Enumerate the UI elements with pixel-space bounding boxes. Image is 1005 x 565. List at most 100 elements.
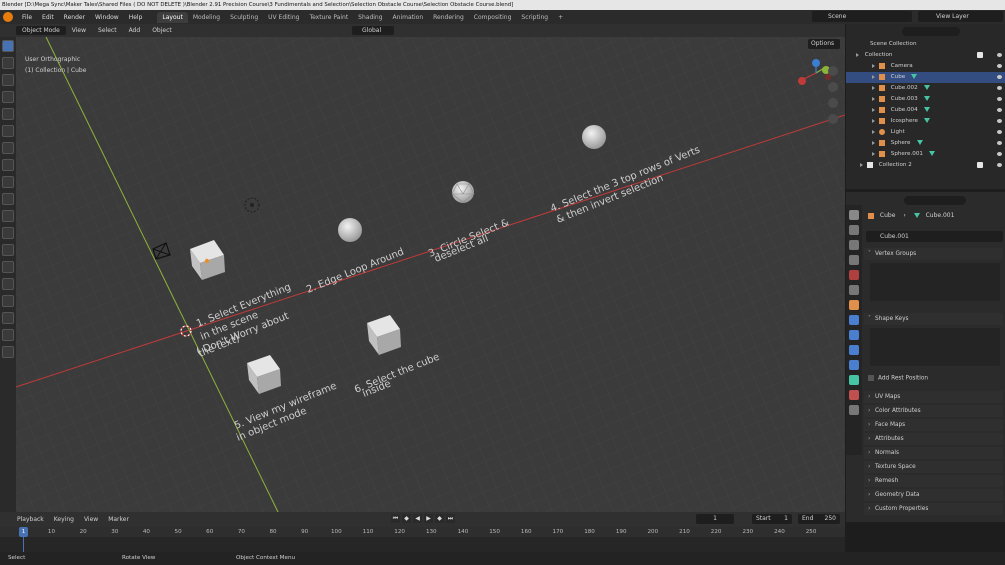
gizmo-x-handle[interactable]: [798, 77, 806, 85]
physics-tab-icon[interactable]: [849, 345, 859, 355]
tab-sculpting[interactable]: Sculpting: [225, 12, 263, 23]
outliner-scene-collection[interactable]: Scene Collection: [846, 39, 1005, 50]
menu-window[interactable]: Window: [90, 14, 124, 21]
vertex-groups-list[interactable]: [870, 263, 1000, 301]
checkbox-icon[interactable]: [868, 375, 874, 381]
transform-orientation-dropdown[interactable]: Global: [352, 26, 394, 35]
object-tab-icon[interactable]: [849, 300, 859, 310]
tab-layout[interactable]: Layout: [157, 11, 188, 23]
output-tab-icon[interactable]: [849, 240, 859, 250]
texture-tab-icon[interactable]: [849, 405, 859, 415]
outliner-item-cube-003[interactable]: Cube.003: [846, 94, 1005, 105]
menu-timeline-view[interactable]: View: [79, 516, 103, 523]
eye-icon[interactable]: [997, 86, 1002, 90]
annotate-tool-icon[interactable]: [2, 159, 14, 171]
eye-icon[interactable]: [997, 119, 1002, 123]
outliner-item-icosphere[interactable]: Icosphere: [846, 116, 1005, 127]
menu-marker[interactable]: Marker: [103, 516, 134, 523]
start-frame-field[interactable]: Start 1: [752, 514, 792, 524]
brush-tool-icon[interactable]: [2, 312, 14, 324]
blender-logo-icon[interactable]: [3, 12, 13, 22]
current-frame-field[interactable]: 1: [696, 514, 734, 524]
jump-end-icon[interactable]: ⏭: [446, 514, 455, 523]
add-rest-position-checkbox[interactable]: Add Rest Position: [868, 375, 928, 382]
panel-vertex-groups[interactable]: Vertex Groups: [864, 248, 1003, 260]
stripes-tool-icon[interactable]: [2, 346, 14, 358]
scale-tool-icon[interactable]: [2, 108, 14, 120]
tab-shading[interactable]: Shading: [353, 12, 387, 23]
playhead-line[interactable]: [23, 537, 24, 552]
tab-compositing[interactable]: Compositing: [469, 12, 517, 23]
view-layer-selector[interactable]: View Layer: [918, 11, 1003, 22]
outliner-item-cube[interactable]: Cube: [846, 72, 1005, 83]
menu-help[interactable]: Help: [124, 14, 148, 21]
outliner-item-light[interactable]: Light: [846, 127, 1005, 138]
3d-viewport[interactable]: 1. Select Everything in the scene ( Don'…: [16, 37, 845, 512]
outliner-item-cube-002[interactable]: Cube.002: [846, 83, 1005, 94]
eye-icon[interactable]: [997, 53, 1002, 57]
outliner-item-sphere-001[interactable]: Sphere.001: [846, 149, 1005, 160]
outliner-collection-2[interactable]: Collection 2: [846, 160, 1005, 171]
box-tool-icon[interactable]: [2, 295, 14, 307]
menu-file[interactable]: File: [17, 14, 37, 21]
panel-color-attributes[interactable]: Color Attributes: [864, 405, 1003, 417]
tab-animation[interactable]: Animation: [388, 12, 429, 23]
constraints-tab-icon[interactable]: [849, 360, 859, 370]
zoom-icon[interactable]: [828, 66, 838, 76]
exclude-checkbox[interactable]: [977, 162, 983, 168]
prev-keyframe-icon[interactable]: ◆: [402, 514, 411, 523]
menu-add[interactable]: Add: [123, 27, 147, 34]
particles-tab-icon[interactable]: [849, 330, 859, 340]
modifier-tab-icon[interactable]: [849, 315, 859, 325]
next-keyframe-icon[interactable]: ◆: [435, 514, 444, 523]
menu-render[interactable]: Render: [59, 14, 90, 21]
end-frame-field[interactable]: End 250: [798, 514, 840, 524]
gizmo-z-handle[interactable]: [812, 59, 820, 67]
menu-keying[interactable]: Keying: [49, 516, 79, 523]
tab-texture-paint[interactable]: Texture Paint: [304, 12, 353, 23]
properties-search-input[interactable]: [904, 196, 966, 205]
outliner-item-sphere[interactable]: Sphere: [846, 138, 1005, 149]
play-reverse-icon[interactable]: ◀: [413, 514, 422, 523]
pan-hand-icon[interactable]: [828, 82, 838, 92]
rotate-tool-icon[interactable]: [2, 91, 14, 103]
extrude-tool-icon[interactable]: [2, 210, 14, 222]
tab-modeling[interactable]: Modeling: [188, 12, 225, 23]
object-mode-dropdown[interactable]: Object Mode: [16, 26, 66, 35]
panel-texture-space[interactable]: Texture Space: [864, 461, 1003, 473]
page-tool-icon[interactable]: [2, 329, 14, 341]
line-tool-icon[interactable]: [2, 244, 14, 256]
render-tab-icon[interactable]: [849, 225, 859, 235]
exclude-checkbox[interactable]: [977, 52, 983, 58]
sphere-object[interactable]: [338, 218, 362, 242]
shape-keys-list[interactable]: [870, 328, 1000, 366]
play-icon[interactable]: ▶: [424, 514, 433, 523]
scene-tab-icon[interactable]: [849, 270, 859, 280]
panel-face-maps[interactable]: Face Maps: [864, 419, 1003, 431]
panel-normals[interactable]: Normals: [864, 447, 1003, 459]
select-tool-icon[interactable]: [2, 40, 14, 52]
add-cube-tool-icon[interactable]: [2, 193, 14, 205]
eye-icon[interactable]: [997, 163, 1002, 167]
panel-remesh[interactable]: Remesh: [864, 475, 1003, 487]
expand-triangle-icon[interactable]: [856, 52, 859, 57]
eye-icon[interactable]: [997, 75, 1002, 79]
menu-view[interactable]: View: [66, 27, 92, 34]
measure-tool-icon[interactable]: [2, 176, 14, 188]
eye-icon[interactable]: [997, 64, 1002, 68]
playhead-frame[interactable]: 1: [19, 527, 28, 537]
eye-icon[interactable]: [997, 152, 1002, 156]
move-tool-icon[interactable]: [2, 74, 14, 86]
outliner-search-input[interactable]: [902, 27, 960, 36]
scene-selector[interactable]: Scene: [812, 11, 912, 22]
viewport-scene[interactable]: 1. Select Everything in the scene ( Don'…: [16, 37, 845, 512]
icosphere-object[interactable]: [451, 181, 475, 203]
mesh-name-field[interactable]: Cube.001: [866, 231, 1003, 242]
snap-tool-icon[interactable]: [2, 227, 14, 239]
options-dropdown[interactable]: Options: [808, 39, 840, 49]
tab-uv-editing[interactable]: UV Editing: [263, 12, 304, 23]
mesh-data-tab-icon[interactable]: [849, 375, 859, 385]
outliner-item-cube-004[interactable]: Cube.004: [846, 105, 1005, 116]
material-tab-icon[interactable]: [849, 390, 859, 400]
eye-icon[interactable]: [997, 141, 1002, 145]
